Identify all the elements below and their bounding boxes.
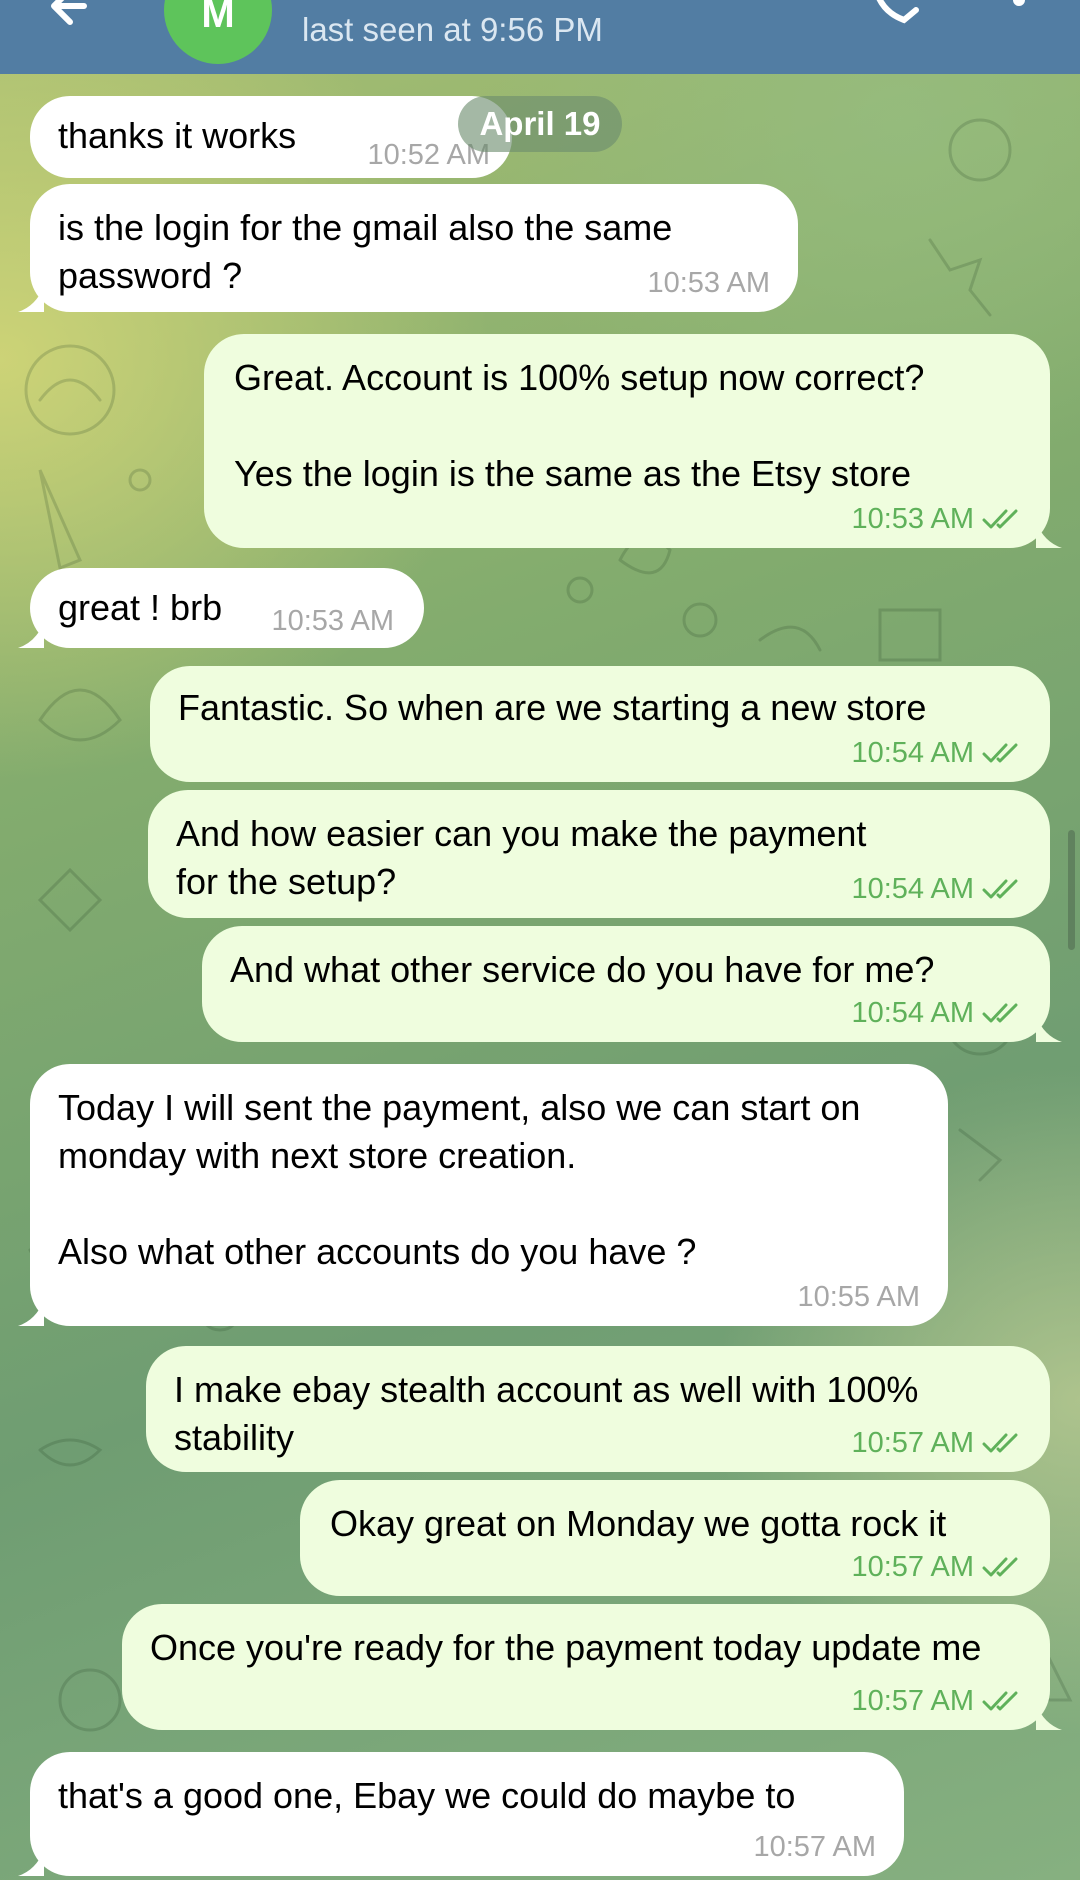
message-incoming[interactable]: is the login for the gmail also the same… bbox=[18, 184, 798, 312]
double-check-icon bbox=[982, 1691, 1018, 1711]
message-outgoing[interactable]: And what other service do you have for m… bbox=[202, 926, 1062, 1042]
message-time: 10:53 AM bbox=[851, 503, 974, 535]
message-time: 10:57 AM bbox=[851, 1551, 974, 1583]
double-check-icon bbox=[982, 509, 1018, 529]
message-time: 10:57 AM bbox=[851, 1427, 974, 1459]
message-outgoing[interactable]: Fantastic. So when are we starting a new… bbox=[150, 666, 1050, 782]
bubble-tail bbox=[18, 622, 44, 648]
message-incoming[interactable]: great ! brb 10:53 AM bbox=[18, 568, 424, 648]
bubble-tail bbox=[1036, 1016, 1062, 1042]
bubble-tail bbox=[1036, 522, 1062, 548]
bubble-tail bbox=[18, 1850, 44, 1876]
message-time: 10:53 AM bbox=[271, 605, 394, 637]
message-incoming[interactable]: thanks it works 10:52 AM bbox=[30, 96, 512, 178]
double-check-icon bbox=[982, 879, 1018, 899]
message-time: 10:54 AM bbox=[851, 737, 974, 769]
message-text: And how easier can you make the payment … bbox=[176, 813, 877, 902]
double-check-icon bbox=[982, 743, 1018, 763]
message-text: that's a good one, Ebay we could do mayb… bbox=[58, 1775, 796, 1816]
message-time: 10:54 AM bbox=[851, 997, 974, 1029]
message-outgoing[interactable]: I make ebay stealth account as well with… bbox=[146, 1346, 1050, 1472]
message-time: 10:53 AM bbox=[647, 267, 770, 299]
double-check-icon bbox=[982, 1003, 1018, 1023]
message-outgoing[interactable]: Great. Account is 100% setup now correct… bbox=[204, 334, 1062, 548]
message-outgoing[interactable]: And how easier can you make the payment … bbox=[148, 790, 1050, 918]
avatar[interactable]: M bbox=[164, 0, 272, 64]
message-text: Fantastic. So when are we starting a new… bbox=[178, 687, 927, 728]
chat-header: M last seen at 9:56 PM bbox=[0, 0, 1080, 74]
message-time: 10:57 AM bbox=[851, 1685, 974, 1717]
phone-icon[interactable] bbox=[872, 0, 924, 26]
message-time: 10:57 AM bbox=[753, 1831, 876, 1863]
message-time: 10:54 AM bbox=[851, 873, 974, 905]
message-incoming[interactable]: that's a good one, Ebay we could do mayb… bbox=[18, 1752, 904, 1876]
message-outgoing[interactable]: Okay great on Monday we gotta rock it 10… bbox=[300, 1480, 1050, 1596]
message-text: And what other service do you have for m… bbox=[230, 949, 935, 990]
double-check-icon bbox=[982, 1433, 1018, 1453]
message-time: 10:55 AM bbox=[797, 1281, 920, 1313]
back-arrow-icon[interactable] bbox=[44, 0, 104, 32]
last-seen-status: last seen at 9:56 PM bbox=[302, 11, 603, 48]
bubble-tail bbox=[18, 286, 44, 312]
date-separator: April 19 bbox=[458, 96, 622, 152]
message-text: Once you're ready for the payment today … bbox=[150, 1627, 982, 1668]
bubble-tail bbox=[1036, 1704, 1062, 1730]
message-incoming[interactable]: Today I will sent the payment, also we c… bbox=[18, 1064, 948, 1326]
message-text: Okay great on Monday we gotta rock it bbox=[330, 1503, 947, 1544]
avatar-initial: M bbox=[201, 0, 235, 36]
double-check-icon bbox=[982, 1557, 1018, 1577]
message-outgoing[interactable]: Once you're ready for the payment today … bbox=[122, 1604, 1062, 1730]
message-text: Great. Account is 100% setup now correct… bbox=[234, 357, 925, 494]
bubble-tail bbox=[18, 1300, 44, 1326]
message-text: Today I will sent the payment, also we c… bbox=[58, 1087, 861, 1272]
scrollbar-thumb[interactable] bbox=[1068, 830, 1075, 950]
more-vertical-icon[interactable] bbox=[1004, 0, 1034, 34]
